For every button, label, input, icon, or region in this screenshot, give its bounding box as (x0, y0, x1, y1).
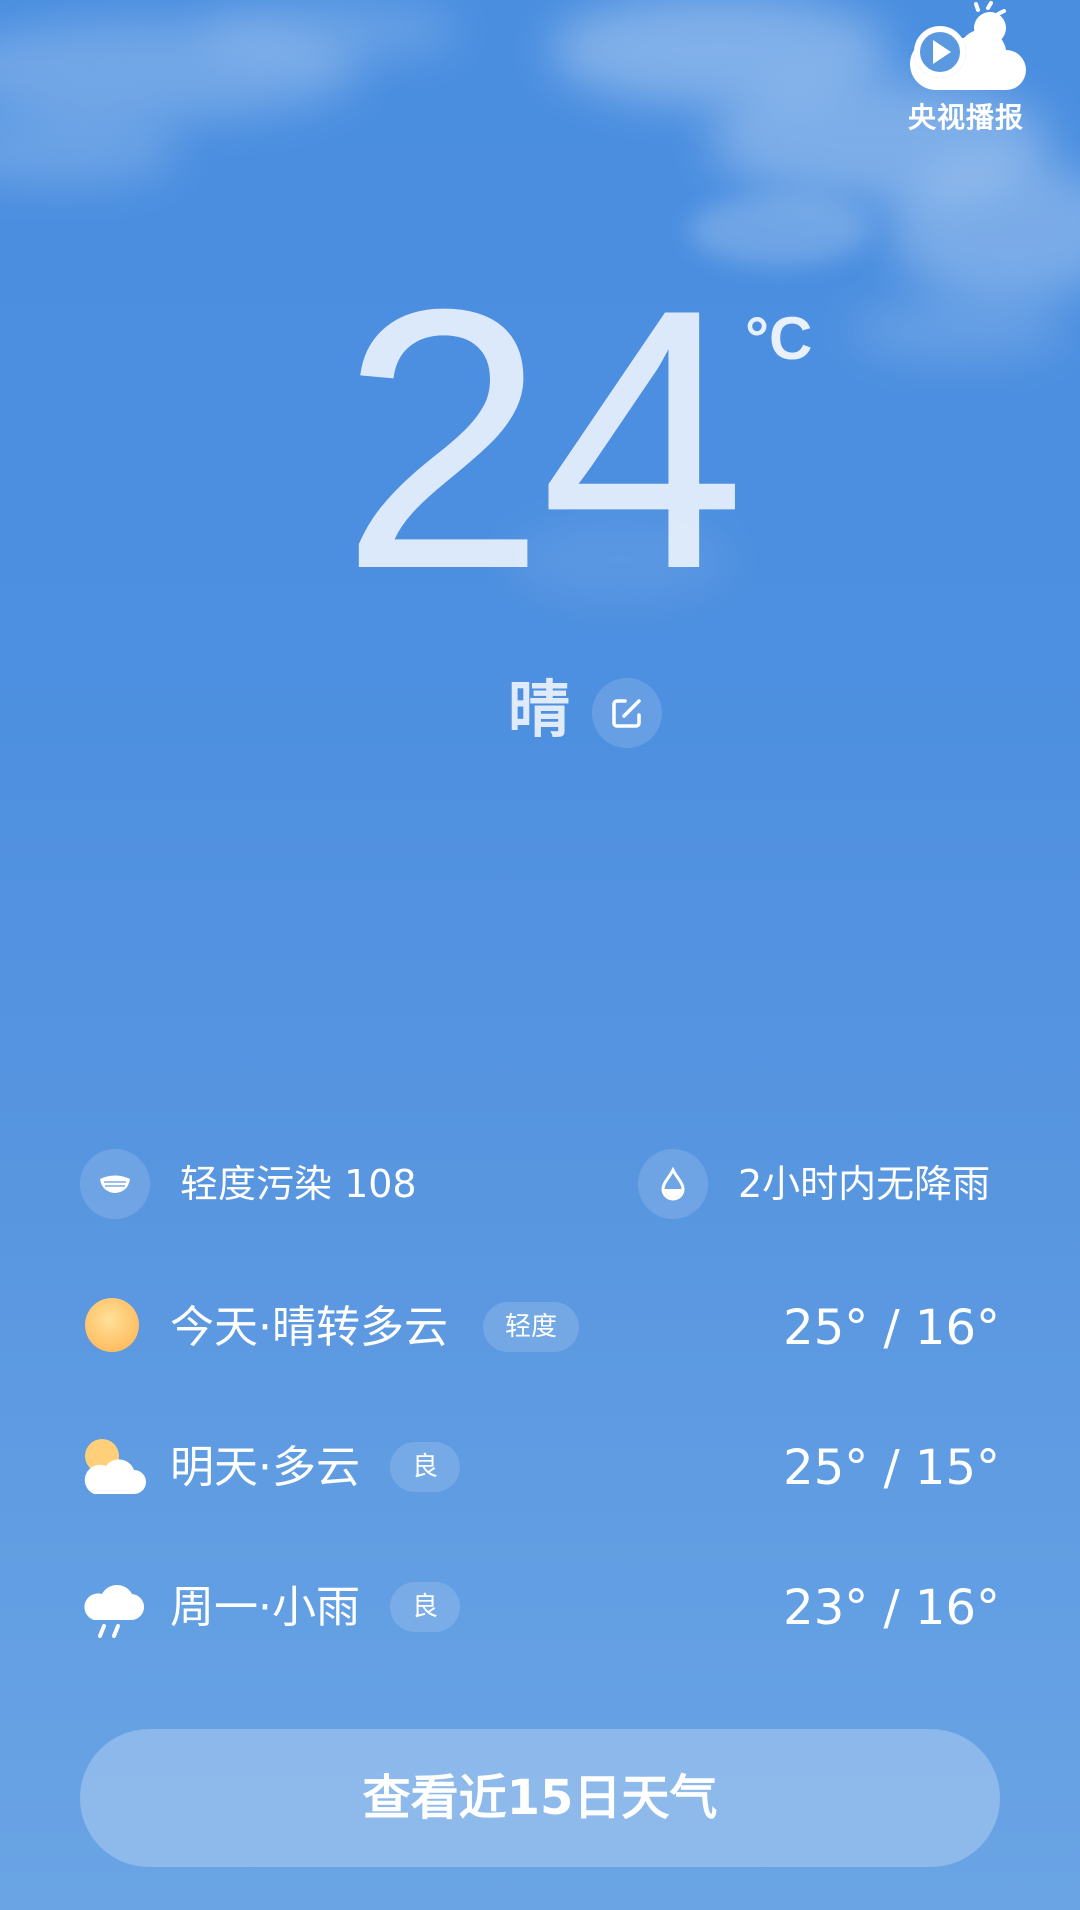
broadcast-label: 央视播报 (907, 101, 1024, 134)
forecast-temperature-range: 23° / 16° (783, 1580, 1000, 1636)
face-mask-icon (100, 1175, 130, 1193)
forecast-label: 今天·晴转多云 (170, 1302, 448, 1353)
air-quality-info[interactable]: 轻度污染 108 (80, 1149, 480, 1219)
air-quality-badge: 良 (390, 1442, 461, 1492)
forecast-temperature-range: 25° / 15° (783, 1440, 1000, 1496)
view-15-day-forecast-button[interactable]: 查看近15日天气 (80, 1729, 1000, 1867)
forecast-row-monday[interactable]: 周一·小雨 良 23° / 16° (80, 1568, 1000, 1648)
air-quality-badge: 良 (390, 1582, 461, 1632)
precipitation-text: 2小时内无降雨 (738, 1162, 991, 1206)
current-condition: 晴 (508, 673, 571, 746)
cctv-broadcast-button[interactable]: 央视播报 (896, 0, 1036, 135)
current-temperature: 24 (340, 233, 746, 646)
edit-condition-button[interactable] (592, 678, 662, 748)
forecast-row-today[interactable]: 今天·晴转多云 轻度 25° / 16° (80, 1288, 1000, 1368)
forecast-label: 明天·多云 (170, 1442, 360, 1493)
forecast-label: 周一·小雨 (170, 1582, 360, 1633)
temperature-unit: °C (745, 305, 813, 372)
partly-cloudy-icon (84, 1439, 146, 1494)
edit-icon (612, 699, 641, 728)
forecast-temperature-range: 25° / 16° (783, 1300, 1000, 1356)
air-quality-text: 轻度污染 108 (180, 1162, 417, 1206)
precipitation-info[interactable]: 2小时内无降雨 (638, 1149, 1008, 1219)
broadcast-cloud-play-icon (910, 1, 1026, 90)
forecast-row-tomorrow[interactable]: 明天·多云 良 25° / 15° (80, 1428, 1000, 1508)
air-quality-badge: 轻度 (483, 1302, 580, 1352)
light-rain-icon (84, 1585, 145, 1638)
water-drop-icon (661, 1166, 685, 1201)
sun-icon (85, 1298, 139, 1352)
